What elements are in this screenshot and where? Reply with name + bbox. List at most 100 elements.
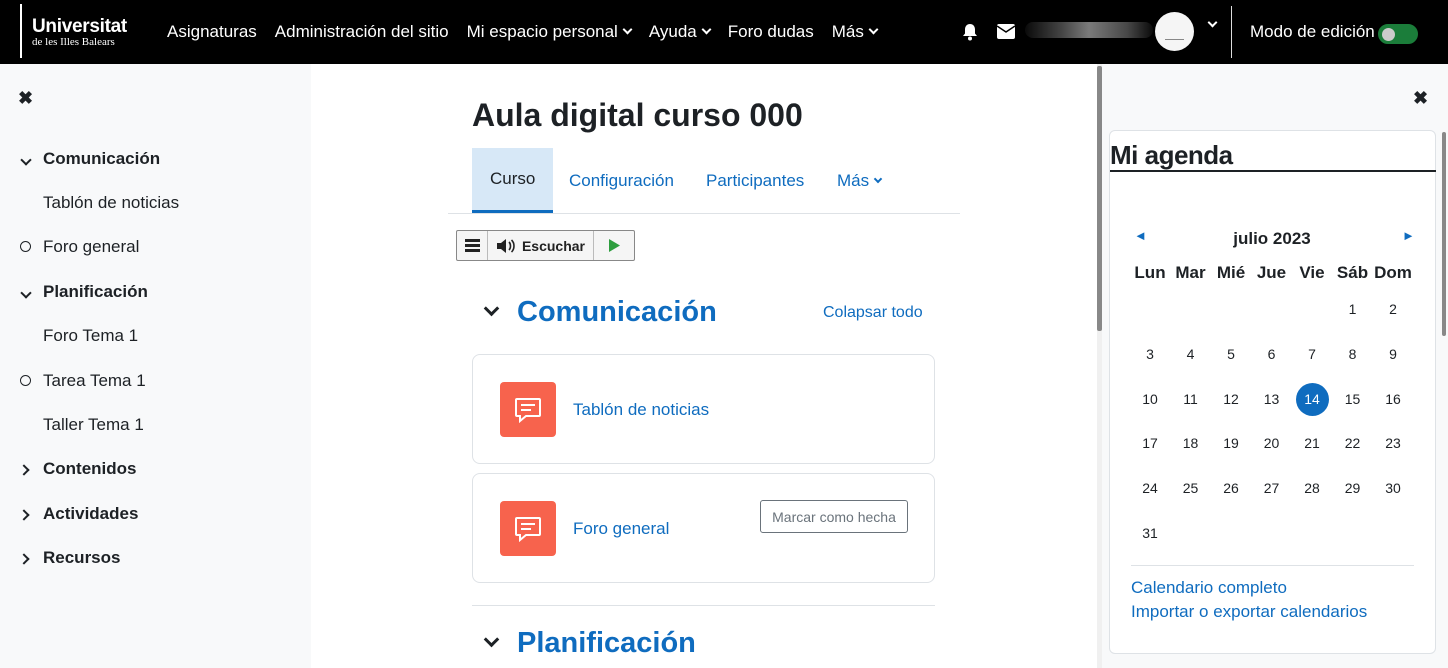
calendar-day[interactable]: 8 bbox=[1333, 346, 1373, 362]
chevron-down-icon[interactable] bbox=[483, 300, 500, 317]
index-item-foro-tema1[interactable]: Foro Tema 1 bbox=[20, 324, 138, 348]
calendar-day[interactable]: 15 bbox=[1333, 391, 1373, 407]
section-title: Comunicación bbox=[517, 296, 717, 328]
activity-card: Foro general Marcar como hecha bbox=[472, 473, 935, 583]
avatar[interactable] bbox=[1155, 12, 1194, 51]
weekday-header: Jue bbox=[1256, 263, 1287, 282]
nav-admin[interactable]: Administración del sitio bbox=[266, 22, 458, 42]
index-section-planificacion[interactable]: Planificación bbox=[20, 280, 148, 304]
calendar-day[interactable]: 5 bbox=[1211, 346, 1251, 362]
activity-card: Tablón de noticias bbox=[472, 354, 935, 464]
divider bbox=[1131, 565, 1414, 566]
envelope-icon[interactable] bbox=[997, 24, 1015, 39]
university-logo[interactable]: Universitat de les Illes Balears bbox=[20, 4, 127, 58]
chevron-right-icon bbox=[18, 509, 30, 521]
tab-participantes[interactable]: Participantes bbox=[706, 148, 804, 213]
calendar-day[interactable]: 3 bbox=[1130, 346, 1170, 362]
index-section-actividades[interactable]: Actividades bbox=[18, 502, 138, 526]
chevron-right-icon bbox=[18, 553, 30, 565]
index-item-tarea-tema1[interactable]: Tarea Tema 1 bbox=[20, 369, 146, 393]
index-label: Contenidos bbox=[43, 459, 137, 478]
calendar-day[interactable]: 4 bbox=[1171, 346, 1211, 362]
calendar-day[interactable]: 30 bbox=[1373, 480, 1413, 496]
activity-link[interactable]: Tablón de noticias bbox=[573, 400, 709, 420]
calendar-day[interactable]: 25 bbox=[1171, 480, 1211, 496]
calendar-day[interactable]: 26 bbox=[1211, 480, 1251, 496]
import-export-link[interactable]: Importar o exportar calendarios bbox=[1131, 602, 1367, 622]
mark-done-button[interactable]: Marcar como hecha bbox=[760, 500, 908, 533]
top-navbar: Universitat de les Illes Balears Asignat… bbox=[0, 0, 1448, 64]
calendar-day[interactable]: 10 bbox=[1130, 391, 1170, 407]
calendar-day[interactable]: 22 bbox=[1333, 435, 1373, 451]
tab-more[interactable]: Más bbox=[837, 148, 883, 213]
calendar-day[interactable]: 17 bbox=[1130, 435, 1170, 451]
calendar-day[interactable]: 24 bbox=[1130, 480, 1170, 496]
calendar-day[interactable]: 27 bbox=[1252, 480, 1292, 496]
index-item-foro-general[interactable]: Foro general bbox=[20, 235, 139, 259]
menu-icon[interactable] bbox=[457, 231, 488, 260]
full-calendar-link[interactable]: Calendario completo bbox=[1131, 578, 1287, 598]
forum-icon bbox=[500, 501, 556, 556]
next-month-icon[interactable]: ► bbox=[1402, 228, 1415, 243]
calendar-day[interactable]: 1 bbox=[1333, 301, 1373, 317]
calendar-day[interactable]: 16 bbox=[1373, 391, 1413, 407]
bell-icon[interactable] bbox=[960, 22, 980, 42]
calendar-day-today[interactable]: 14 bbox=[1295, 382, 1329, 416]
course-tabs: Curso Configuración Participantes Más bbox=[448, 148, 960, 214]
divider bbox=[472, 605, 935, 606]
calendar-day[interactable]: 13 bbox=[1252, 391, 1292, 407]
chevron-down-icon[interactable] bbox=[483, 631, 500, 648]
calendar-day[interactable]: 18 bbox=[1171, 435, 1211, 451]
tab-configuracion[interactable]: Configuración bbox=[569, 148, 674, 213]
weekday-header: Mié bbox=[1216, 263, 1246, 282]
weekday-header: Sáb bbox=[1336, 263, 1369, 282]
index-label: Tablón de noticias bbox=[43, 193, 180, 212]
calendar-day[interactable]: 31 bbox=[1130, 525, 1170, 541]
username-redacted[interactable] bbox=[1025, 22, 1153, 38]
listen-button[interactable]: Escuchar bbox=[488, 231, 594, 260]
index-section-contenidos[interactable]: Contenidos bbox=[18, 457, 137, 481]
calendar-day[interactable]: 6 bbox=[1252, 346, 1292, 362]
tab-label: Curso bbox=[490, 169, 536, 188]
section-title: Planificación bbox=[517, 627, 696, 659]
play-icon[interactable] bbox=[594, 231, 634, 260]
calendar-day[interactable]: 28 bbox=[1292, 480, 1332, 496]
calendar-day[interactable]: 21 bbox=[1292, 435, 1332, 451]
drawer-scrollbar[interactable] bbox=[1442, 132, 1446, 336]
logo-line1: Universitat bbox=[32, 16, 127, 37]
index-label: Recursos bbox=[43, 548, 121, 567]
section-comunicacion-heading[interactable]: Comunicación bbox=[483, 296, 717, 329]
nav-personal-space[interactable]: Mi espacio personal bbox=[458, 22, 640, 42]
collapse-all-link[interactable]: Colapsar todo bbox=[823, 304, 923, 322]
index-item-tablon[interactable]: Tablón de noticias bbox=[20, 191, 179, 215]
close-icon[interactable]: ✖ bbox=[18, 88, 33, 109]
nav-more[interactable]: Más bbox=[823, 22, 886, 42]
index-section-comunicacion[interactable]: Comunicación bbox=[20, 147, 160, 171]
calendar-day[interactable]: 7 bbox=[1292, 346, 1332, 362]
primary-nav: Asignaturas Administración del sitio Mi … bbox=[158, 0, 886, 64]
section-planificacion-heading[interactable]: Planificación bbox=[483, 627, 696, 660]
close-icon[interactable]: ✖ bbox=[1413, 88, 1428, 109]
edit-mode-toggle[interactable] bbox=[1378, 24, 1418, 44]
index-item-taller-tema1[interactable]: Taller Tema 1 bbox=[20, 413, 144, 437]
calendar-day[interactable]: 12 bbox=[1211, 391, 1251, 407]
tab-label: Más bbox=[837, 170, 870, 190]
activity-link[interactable]: Foro general bbox=[573, 519, 669, 539]
nav-forum[interactable]: Foro dudas bbox=[719, 22, 823, 42]
tab-curso[interactable]: Curso bbox=[472, 148, 554, 213]
calendar-day[interactable]: 19 bbox=[1211, 435, 1251, 451]
nav-help[interactable]: Ayuda bbox=[640, 22, 719, 42]
calendar-day[interactable]: 2 bbox=[1373, 301, 1413, 317]
calendar-day[interactable]: 29 bbox=[1333, 480, 1373, 496]
index-label: Planificación bbox=[43, 282, 148, 301]
nav-label: Mi espacio personal bbox=[466, 22, 618, 41]
calendar-day[interactable]: 9 bbox=[1373, 346, 1413, 362]
chevron-right-icon bbox=[18, 464, 30, 476]
index-section-recursos[interactable]: Recursos bbox=[18, 546, 121, 570]
calendar-day[interactable]: 23 bbox=[1373, 435, 1413, 451]
nav-asignaturas[interactable]: Asignaturas bbox=[158, 22, 266, 42]
user-menu-chevron-icon[interactable] bbox=[1207, 17, 1218, 28]
speaker-icon bbox=[496, 238, 515, 253]
calendar-day[interactable]: 20 bbox=[1252, 435, 1292, 451]
calendar-day[interactable]: 11 bbox=[1171, 391, 1211, 407]
